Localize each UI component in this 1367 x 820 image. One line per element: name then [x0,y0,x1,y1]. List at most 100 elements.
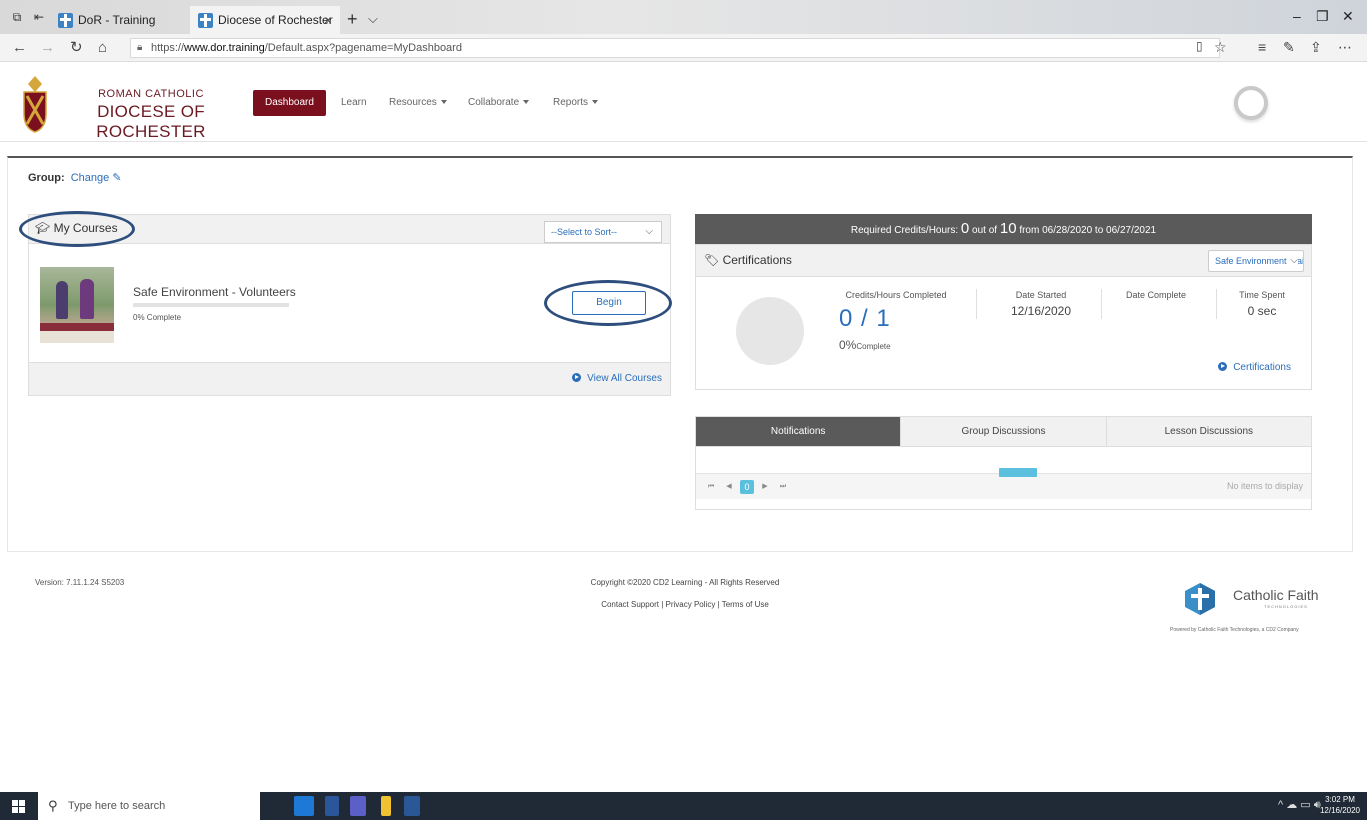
url-prefix: https:// [151,42,185,54]
nav-resources[interactable]: Resources [389,90,447,116]
course-thumbnail[interactable] [40,267,114,343]
forward-arrow-icon[interactable]: → [40,39,55,57]
pen-notes-icon[interactable]: ✎ [1283,39,1295,56]
certifications-link-label: Certifications [1233,362,1291,373]
certifications-panel: 🏷︎ Certifications Safe Environment Trai … [695,244,1312,390]
back-arrow-icon[interactable]: ← [12,39,27,57]
catholic-faith-brand: Catholic Faith [1233,587,1319,603]
credits-completed-value: 0 / 1 [839,305,891,332]
tab-manager-icon[interactable]: ⧉ [10,10,24,24]
sort-select[interactable]: --Select to Sort-- ⌵ [544,221,662,243]
diocese-crest-icon[interactable] [20,74,50,134]
percent-value: 0% [839,338,857,352]
percent-word: Complete [856,342,891,351]
next-page-icon[interactable]: ▶ [758,480,772,494]
date-started-value: 12/16/2020 [1010,304,1072,318]
taskbar-search-input[interactable]: ⚲ Type here to search [38,792,260,820]
chevron-down-icon [523,100,530,105]
set-aside-tabs-icon[interactable]: ⇤ [32,10,46,24]
date-started-label: Date Started [1015,290,1067,300]
version-text: Version: 7.11.1.24 S5203 [35,578,125,587]
thumbnail-caption-band [40,331,114,343]
close-window-icon[interactable]: ✕ [1342,8,1354,25]
thumbnail-figure [80,279,94,319]
tab-diocese-of-rochester[interactable]: Diocese of Rochester × [190,6,340,34]
thumbnail-band [40,323,114,331]
tag-icon: 🏷︎ [704,253,720,267]
certification-select[interactable]: Safe Environment Trai ⌵ [1208,250,1304,272]
windows-start-icon[interactable] [12,800,25,813]
favorite-star-icon[interactable]: ☆ [1214,39,1227,56]
my-courses-header: 🎓︎ My Courses --Select to Sort-- ⌵ [19,211,670,247]
discussions-panel: Notifications Group Discussions Lesson D… [695,416,1312,510]
store-icon[interactable] [325,796,339,816]
course-progress-label: 0% Complete [133,313,182,322]
divider [976,289,977,319]
clock-date: 12/16/2020 [1319,806,1361,815]
logo-line-2[interactable]: DIOCESE OF ROCHESTER [66,102,236,142]
begin-course-button[interactable]: Begin [572,291,646,315]
home-icon[interactable]: ⌂ [98,39,107,57]
footer-links[interactable]: Contact Support | Privacy Policy | Terms… [560,600,810,609]
system-tray-icons[interactable]: ^ ☁ ▭ 🔊︎ [1278,798,1321,812]
browser-tab-bar: ⧉ ⇤ DoR - Training Diocese of Rochester … [0,0,1367,34]
pencil-icon[interactable]: ✎ [112,172,121,184]
group-label: Group: [28,172,65,184]
reading-view-icon[interactable]: ▯ [1196,39,1203,53]
logo-line-1[interactable]: ROMAN CATHOLIC [66,88,236,100]
my-courses-footer: View All Courses [29,362,670,395]
required-credits-bar: Required Credits/Hours: 0 out of 10 from… [695,214,1312,244]
prev-page-icon[interactable]: ◀ [722,480,736,494]
refresh-icon[interactable]: ↻ [70,39,83,57]
required-prefix: Required Credits/Hours: [850,225,959,236]
tab-list-chevron-icon[interactable]: ⌵ [368,6,378,34]
required-out-of: out of [972,225,998,236]
more-options-icon[interactable]: ⋯ [1338,39,1352,56]
required-range: from 06/28/2020 to 06/27/2021 [1019,225,1157,236]
nav-learn[interactable]: Learn [341,90,367,116]
completion-donut [736,297,804,365]
teams-icon[interactable] [350,796,366,816]
tab-label: Diocese of Rochester [218,13,333,27]
credits-percent: 0%Complete [839,338,891,352]
url-domain: www.dor.training [184,42,265,54]
restore-icon[interactable]: ❐ [1316,8,1329,25]
user-avatar[interactable] [1234,86,1268,120]
minimize-icon[interactable]: – [1293,8,1301,24]
windows-taskbar: ⚲ Type here to search ^ ☁ ▭ 🔊︎ 3:02 PM 1… [0,792,1367,820]
edge-browser-icon[interactable] [294,796,314,816]
certifications-link[interactable]: Certifications [1218,362,1291,373]
certifications-label: Certifications [722,253,792,267]
chevron-down-icon [440,100,447,105]
change-group-link[interactable]: Change [71,172,110,184]
file-explorer-icon[interactable] [381,796,391,816]
share-icon[interactable]: ⇪ [1310,39,1322,56]
first-page-icon[interactable]: ⏮ [704,480,718,494]
url-field[interactable]: 🔒︎ https://www.dor.training/Default.aspx… [130,38,1220,58]
favorites-list-icon[interactable]: ≡ [1258,39,1266,55]
certifications-header: 🏷︎ Certifications Safe Environment Trai … [696,245,1311,277]
chevron-down-icon: ⌵ [1288,251,1298,271]
nav-collaborate[interactable]: Collaborate [468,90,530,116]
certifications-title: 🏷︎ Certifications [704,253,792,267]
time-spent-value: 0 sec [1247,304,1277,318]
nav-reports[interactable]: Reports [553,90,599,116]
tab-group-discussions[interactable]: Group Discussions [900,417,1105,446]
circle-arrow-icon [572,373,582,382]
current-page[interactable]: 0 [740,480,754,494]
taskbar-clock[interactable]: 3:02 PM 12/16/2020 [1318,794,1362,816]
nav-dashboard[interactable]: Dashboard [253,90,326,116]
close-tab-icon[interactable]: × [324,6,332,34]
tab-dor-training[interactable]: DoR - Training [50,6,175,34]
new-tab-button[interactable]: + [347,6,358,34]
discussions-tab-row: Notifications Group Discussions Lesson D… [696,417,1311,447]
view-all-courses-link[interactable]: View All Courses [572,373,662,384]
catholic-faith-logo-icon [1185,583,1215,615]
tab-lesson-discussions[interactable]: Lesson Discussions [1105,417,1311,446]
empty-message: No items to display [1226,481,1303,491]
tab-notifications[interactable]: Notifications [696,417,901,446]
course-title[interactable]: Safe Environment - Volunteers [133,285,296,299]
last-page-icon[interactable]: ⏭ [776,480,790,494]
site-header: ROMAN CATHOLIC DIOCESE OF ROCHESTER Dash… [0,62,1367,142]
word-icon[interactable] [404,796,420,816]
